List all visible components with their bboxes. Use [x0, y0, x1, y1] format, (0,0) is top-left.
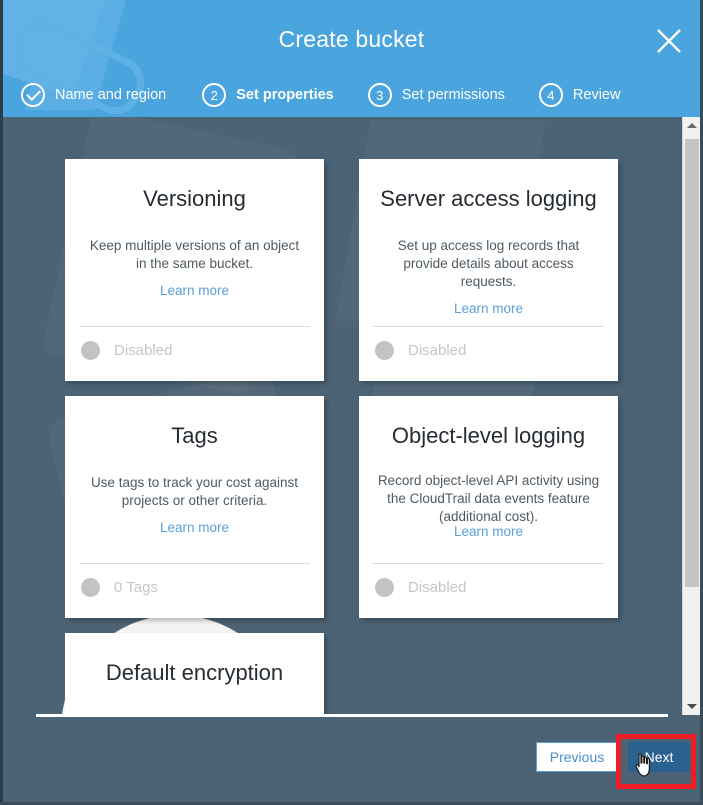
card-body: Default encryption: [65, 633, 324, 715]
status-badge: 0 Tags: [114, 579, 158, 596]
scrollbar-thumb[interactable]: [685, 139, 699, 587]
property-card-tags[interactable]: Tags Use tags to track your cost against…: [65, 396, 324, 618]
learn-more-link[interactable]: Learn more: [79, 520, 310, 535]
card-status: Disabled: [81, 341, 172, 360]
property-card-versioning[interactable]: Versioning Keep multiple versions of an …: [65, 159, 324, 381]
card-divider: [79, 563, 310, 564]
status-indicator-dot: [81, 341, 100, 360]
step-review[interactable]: 4 Review: [538, 83, 621, 107]
card-divider: [79, 326, 310, 327]
card-status: Disabled: [375, 341, 466, 360]
modal-footer: Previous Next: [3, 717, 700, 802]
step-2-number: 2: [202, 83, 227, 107]
step-4-number: 4: [538, 83, 563, 107]
step-1-label: Name and region: [55, 87, 167, 103]
learn-more-link[interactable]: Learn more: [373, 301, 604, 316]
modal-header: Create bucket Name and region 2 Set prop…: [3, 0, 700, 117]
property-card-default-encryption[interactable]: Default encryption: [65, 633, 324, 715]
properties-scroll-area: Versioning Keep multiple versions of an …: [3, 117, 682, 715]
card-description: Record object-level API activity using t…: [377, 473, 600, 525]
scroll-up-icon[interactable]: [683, 117, 700, 134]
property-card-server-access-logging[interactable]: Server access logging Set up access log …: [359, 159, 618, 381]
card-divider: [373, 563, 604, 564]
card-title: Versioning: [143, 186, 246, 211]
card-title: Tags: [171, 423, 218, 448]
card-divider: [373, 326, 604, 327]
status-indicator-dot: [375, 578, 394, 597]
scroll-down-icon[interactable]: [683, 698, 700, 715]
card-description: Set up access log records that provide d…: [397, 238, 580, 290]
card-status: Disabled: [375, 578, 466, 597]
vertical-scrollbar[interactable]: [682, 117, 700, 715]
card-status: 0 Tags: [81, 578, 158, 597]
chevron-down-icon: [686, 704, 697, 709]
step-3-number: 3: [367, 83, 392, 107]
create-bucket-modal: Create bucket Name and region 2 Set prop…: [0, 0, 703, 805]
status-badge: Disabled: [408, 342, 467, 359]
card-description: Use tags to track your cost against proj…: [90, 475, 299, 509]
status-badge: Disabled: [408, 579, 467, 596]
page-title: Create bucket: [278, 26, 425, 52]
window-edge-left: [0, 0, 3, 805]
close-icon[interactable]: [652, 24, 686, 58]
step-2-label: Set properties: [236, 87, 334, 103]
footer-divider: [36, 714, 668, 717]
step-wizard: Name and region 2 Set properties 3 Set p…: [21, 78, 681, 112]
step-set-permissions[interactable]: 3 Set permissions: [367, 83, 505, 107]
status-indicator-dot: [81, 578, 100, 597]
card-title: Object-level logging: [391, 423, 586, 448]
learn-more-link[interactable]: Learn more: [79, 283, 310, 298]
card-title: Default encryption: [105, 660, 284, 685]
step-name-and-region[interactable]: Name and region: [21, 83, 166, 107]
status-indicator-dot: [375, 341, 394, 360]
step-set-properties[interactable]: 2 Set properties: [202, 83, 334, 107]
status-badge: Disabled: [114, 342, 173, 359]
card-title: Server access logging: [380, 186, 597, 211]
next-button[interactable]: Next: [628, 742, 690, 772]
card-description: Keep multiple versions of an object in t…: [89, 238, 300, 272]
step-4-label: Review: [572, 87, 621, 103]
step-3-label: Set permissions: [401, 87, 505, 103]
property-card-object-level-logging[interactable]: Object-level logging Record object-level…: [359, 396, 618, 618]
step-1-check-icon: [21, 83, 45, 107]
learn-more-link[interactable]: Learn more: [373, 524, 604, 539]
chevron-up-icon: [686, 123, 697, 128]
previous-button[interactable]: Previous: [536, 742, 618, 772]
